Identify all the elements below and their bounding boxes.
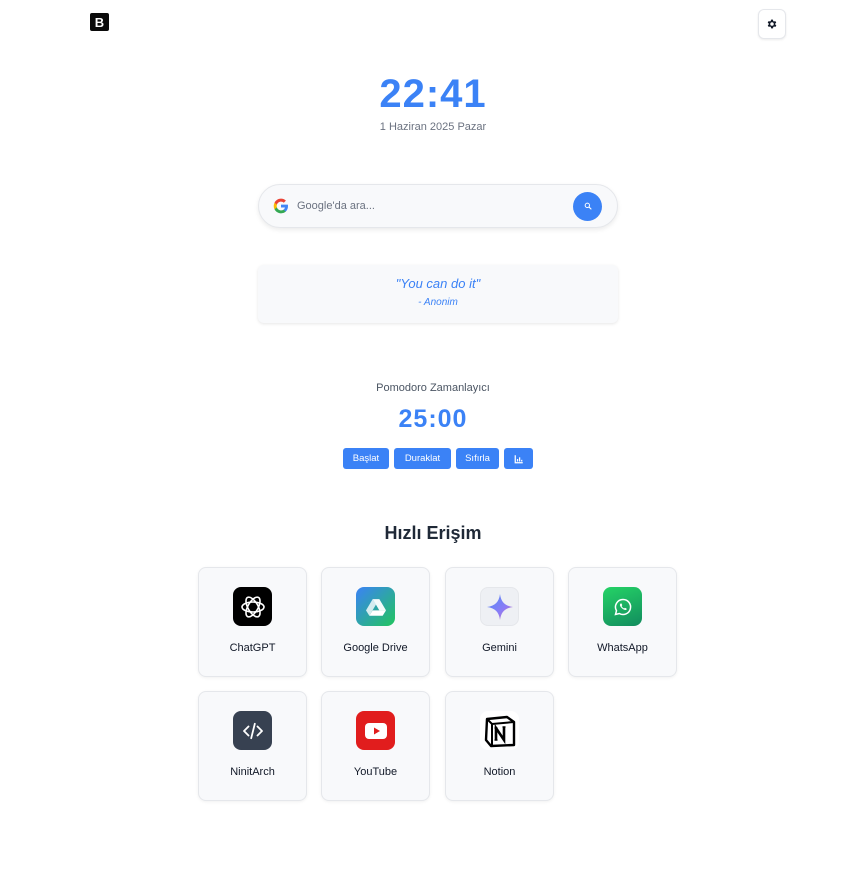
whatsapp-icon (603, 587, 642, 626)
tile-label: Notion (483, 766, 516, 778)
pomodoro-title: Pomodoro Zamanlayıcı (376, 382, 490, 394)
google-drive-icon (356, 587, 395, 626)
youtube-icon (356, 711, 395, 750)
code-icon (233, 711, 272, 750)
quick-link-whatsapp[interactable]: WhatsApp (568, 567, 677, 677)
quick-access-title: Hızlı Erişim (384, 523, 482, 543)
quote-author: - Anonim (418, 297, 458, 308)
quote-text: "You can do it" (395, 276, 481, 291)
tile-label: Gemini (482, 642, 517, 654)
tile-label: ChatGPT (229, 642, 276, 654)
notion-icon (480, 711, 519, 750)
pomodoro-controls: Başlat Duraklat Sıfırla (343, 448, 533, 469)
search-button[interactable] (573, 191, 602, 221)
stats-button[interactable] (504, 448, 533, 469)
google-icon (273, 198, 289, 214)
clock-time: 22:41 (379, 72, 487, 116)
search-icon (584, 202, 592, 210)
quick-link-notion[interactable]: Notion (445, 691, 554, 801)
quick-link-google-drive[interactable]: Google Drive (321, 567, 430, 677)
tile-label: Google Drive (343, 642, 408, 654)
quick-link-gemini[interactable]: Gemini (445, 567, 554, 677)
quote-card: "You can do it" - Anonim (258, 265, 618, 323)
quick-link-youtube[interactable]: YouTube (321, 691, 430, 801)
quick-link-ninitarch[interactable]: NinitArch (198, 691, 307, 801)
reset-button[interactable]: Sıfırla (456, 448, 499, 469)
tile-label: WhatsApp (597, 642, 648, 654)
start-button[interactable]: Başlat (343, 448, 389, 469)
clock-date: 1 Haziran 2025 Pazar (379, 121, 487, 133)
search-input[interactable] (297, 200, 573, 212)
pomodoro-timer: 25:00 (398, 405, 468, 433)
settings-button[interactable] (758, 9, 786, 39)
quick-link-chatgpt[interactable]: ChatGPT (198, 567, 307, 677)
chart-icon (514, 454, 523, 463)
tile-label: YouTube (353, 766, 398, 778)
gear-icon (767, 19, 777, 29)
search-bar (258, 184, 618, 228)
chatgpt-icon (233, 587, 272, 626)
gemini-icon (480, 587, 519, 626)
pause-button[interactable]: Duraklat (394, 448, 451, 469)
tile-label: NinitArch (230, 766, 275, 778)
logo: B (90, 13, 109, 31)
